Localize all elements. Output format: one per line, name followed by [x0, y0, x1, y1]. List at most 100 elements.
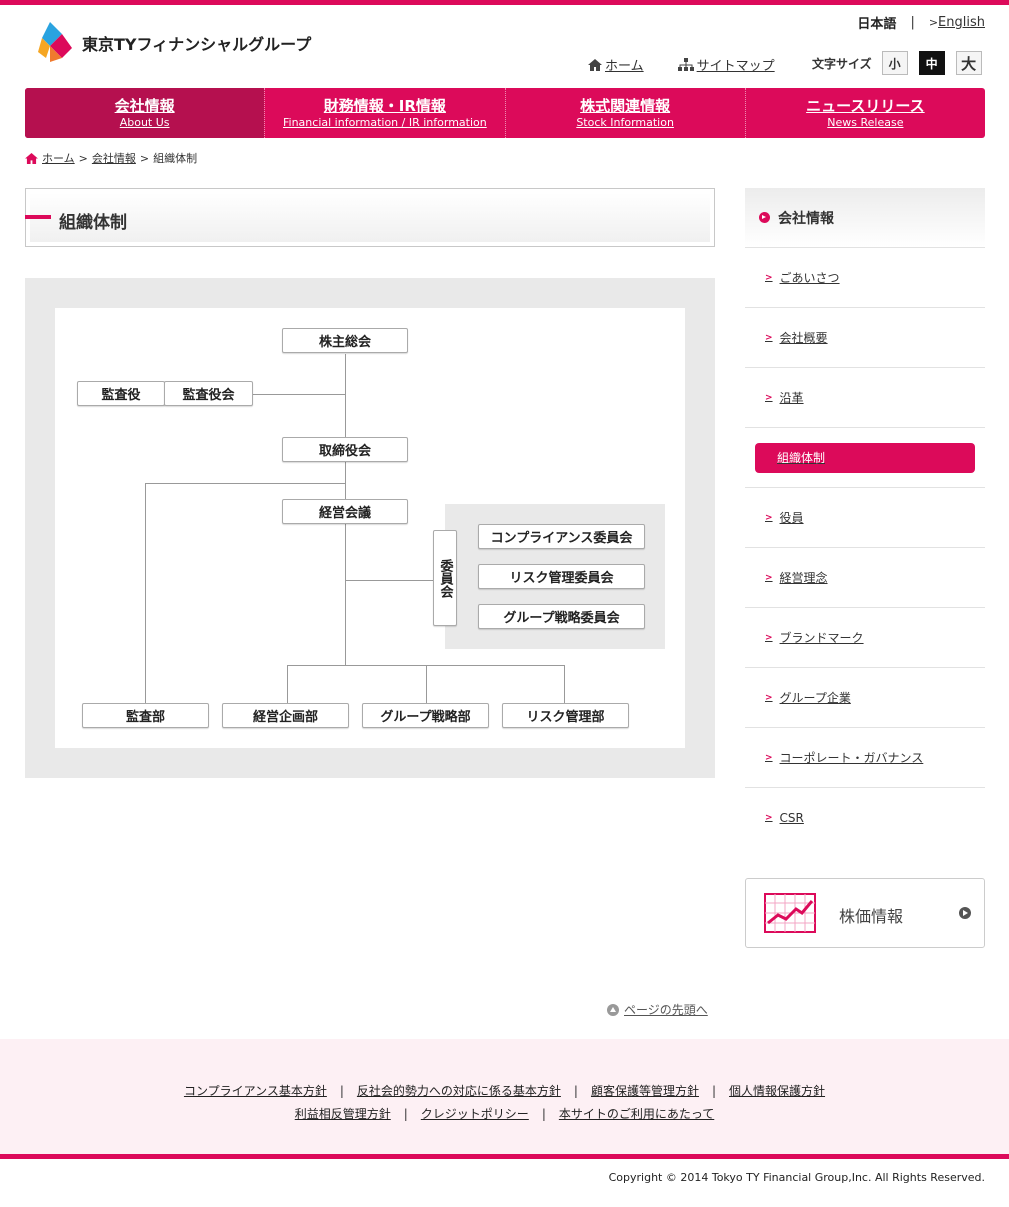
footer-links-row: コンプライアンス基本方針 | 反社会的勢力への対応に係る基本方針 | 顧客保護等管理方針…	[0, 1082, 1009, 1099]
connector-line	[287, 665, 288, 703]
breadcrumb-separator: >	[78, 151, 88, 165]
sidebar-item-label: ブランドマーク	[779, 631, 864, 645]
font-size-large-button[interactable]: 大	[955, 51, 982, 75]
connector-line	[145, 483, 345, 484]
sidebar-heading-label: 会社情報	[778, 210, 834, 227]
footer-accent-bar	[0, 1154, 1009, 1159]
breadcrumb-current: 組織体制	[153, 152, 198, 165]
arrow-up-icon	[607, 1003, 619, 1016]
org-box-committee: 委員会	[433, 530, 457, 626]
footer-links-row: 利益相反管理方針 | クレジットポリシー | 本サイトのご利用にあたって	[0, 1105, 1009, 1122]
nav-tab-sublabel: Financial information / IR information	[283, 116, 487, 129]
breadcrumb-separator: >	[139, 151, 150, 165]
connector-line	[426, 665, 427, 703]
sidebar-item-overview[interactable]: > 会社概要	[745, 308, 985, 368]
org-chart-frame: 株主総会 監査役 監査役会 取締役会 経営会議 委員会 コンプライアンス委員会 …	[25, 278, 715, 778]
sidebar-heading[interactable]: 会社情報	[745, 188, 985, 248]
sidebar-item-history[interactable]: > 沿革	[745, 368, 985, 428]
sidebar-item-officers[interactable]: > 役員	[745, 488, 985, 548]
footer-separator: |	[711, 1084, 717, 1098]
title-accent-bar	[25, 215, 51, 219]
chevron-right-icon: >	[765, 813, 773, 823]
lang-english-link[interactable]: English	[938, 15, 985, 30]
sidebar-item-label: ごあいさつ	[779, 271, 840, 285]
chevron-right-icon: >	[765, 752, 773, 763]
nav-tab-label: 財務情報・IR情報	[323, 97, 446, 115]
footer-separator: |	[541, 1107, 546, 1121]
org-box-risk-committee: リスク管理委員会	[478, 564, 645, 589]
page-top-link[interactable]: ページの先頭へ	[607, 1001, 708, 1018]
sidebar-item-label: CSR	[779, 811, 804, 825]
nav-tab-sublabel: News Release	[827, 116, 904, 129]
nav-tab-stock[interactable]: 株式関連情報 Stock Information	[504, 88, 745, 138]
global-nav: 会社情報 About Us 財務情報・IR情報 Financial inform…	[25, 88, 985, 138]
connector-line	[345, 580, 433, 581]
sidebar-item-group-companies[interactable]: > グループ企業	[745, 668, 985, 728]
footer-link-credit-policy[interactable]: クレジットポリシー	[421, 1107, 529, 1121]
sidebar-item-governance[interactable]: > コーポレート・ガバナンス	[745, 728, 985, 788]
sidebar-item-organization[interactable]: 組織体制	[745, 428, 985, 488]
chevron-right-icon: >	[765, 692, 773, 703]
stock-chart-icon	[764, 893, 816, 933]
arrow-circle-icon	[959, 907, 971, 919]
sidebar-item-brandmark[interactable]: > ブランドマーク	[745, 608, 985, 668]
copyright: Copyright © 2014 Tokyo TY Financial Grou…	[608, 1171, 985, 1184]
nav-tab-ir[interactable]: 財務情報・IR情報 Financial information / IR inf…	[264, 88, 504, 138]
org-chart: 株主総会 監査役 監査役会 取締役会 経営会議 委員会 コンプライアンス委員会 …	[55, 308, 685, 748]
org-box-shareholders: 株主総会	[282, 328, 408, 353]
breadcrumb-home-link[interactable]: ホーム	[42, 150, 75, 166]
sidebar-item-label: 組織体制	[755, 442, 975, 473]
org-box-board: 取締役会	[282, 437, 408, 462]
nav-tab-about[interactable]: 会社情報 About Us	[25, 88, 265, 138]
chevron-right-icon: >	[765, 512, 773, 523]
footer-separator: |	[339, 1084, 344, 1098]
breadcrumb-section-link[interactable]: 会社情報	[92, 150, 136, 166]
stock-price-banner[interactable]: 株価情報	[745, 878, 985, 948]
sidebar-item-csr[interactable]: > CSR	[745, 788, 985, 848]
sidebar-item-greeting[interactable]: > ごあいさつ	[745, 248, 985, 308]
org-box-group-strategy-dept: グループ戦略部	[362, 703, 489, 728]
footer-link-customer-protection[interactable]: 顧客保護等管理方針	[591, 1084, 699, 1098]
logo-text: 東京TYフィナンシャルグループ	[82, 35, 312, 54]
chevron-right-icon: >	[928, 16, 939, 29]
footer-link-antisocial[interactable]: 反社会的勢力への対応に係る基本方針	[357, 1084, 561, 1098]
sidebar-item-label: 会社概要	[779, 331, 828, 345]
font-size-medium-button[interactable]: 中	[918, 51, 945, 75]
home-icon	[25, 152, 38, 164]
org-box-planning-dept: 経営企画部	[222, 703, 349, 728]
footer-link-conflict[interactable]: 利益相反管理方針	[295, 1107, 391, 1121]
footer-link-site-terms[interactable]: 本サイトのご利用にあたって	[559, 1107, 714, 1121]
connector-line	[145, 483, 146, 703]
page-title: 組織体制	[59, 213, 127, 233]
chevron-right-icon: >	[765, 392, 773, 403]
chevron-right-icon: >	[765, 632, 773, 643]
sitemap-link[interactable]: サイトマップ	[677, 55, 775, 74]
sidebar-item-label: 役員	[779, 511, 804, 525]
nav-tab-news[interactable]: ニュースリリース News Release	[744, 88, 985, 138]
connector-line	[564, 665, 565, 703]
chevron-right-icon: >	[765, 332, 773, 343]
sidebar-item-philosophy[interactable]: > 経営理念	[745, 548, 985, 608]
breadcrumb: ホーム > 会社情報 > 組織体制	[25, 150, 197, 166]
arrow-circle-icon	[759, 212, 770, 223]
nav-tab-label: 株式関連情報	[580, 97, 671, 115]
lang-separator: |	[910, 15, 915, 30]
home-link[interactable]: ホーム	[588, 55, 644, 74]
org-box-audit-board: 監査役会	[164, 381, 253, 406]
logo[interactable]: 東京TYフィナンシャルグループ	[36, 18, 311, 64]
font-size-small-button[interactable]: 小	[881, 51, 908, 75]
footer-link-privacy[interactable]: 個人情報保護方針	[729, 1084, 825, 1098]
chevron-right-icon: >	[765, 572, 773, 583]
nav-tab-sublabel: Stock Information	[576, 116, 674, 129]
sidebar-item-label: グループ企業	[779, 691, 851, 705]
footer-link-compliance[interactable]: コンプライアンス基本方針	[184, 1084, 327, 1098]
sidebar-item-label: 沿革	[779, 391, 804, 405]
org-box-group-strategy-committee: グループ戦略委員会	[478, 604, 645, 629]
utility-links: ホーム サイトマップ	[588, 55, 809, 74]
sidebar-item-label: コーポレート・ガバナンス	[779, 751, 924, 765]
org-box-risk-dept: リスク管理部	[502, 703, 629, 728]
footer-separator: |	[403, 1107, 408, 1121]
home-link-label: ホーム	[605, 59, 644, 74]
nav-tab-label: 会社情報	[114, 97, 175, 115]
font-size-control: 文字サイズ 小 中 大	[812, 51, 982, 75]
